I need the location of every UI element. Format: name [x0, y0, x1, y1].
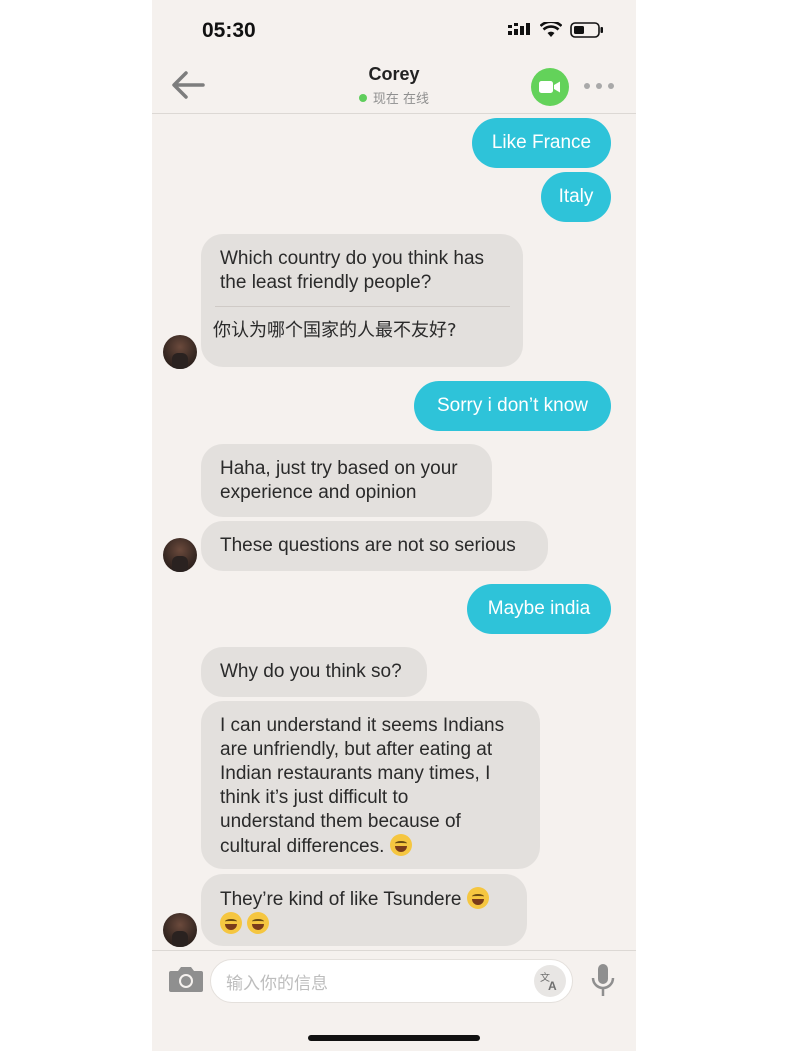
status-icons: [508, 22, 604, 38]
message-bubble-incoming[interactable]: These questions are not so serious: [201, 521, 548, 571]
message-text: Indian restaurants many times, I: [220, 763, 491, 784]
battery-icon: [570, 22, 603, 38]
message-bubble-outgoing[interactable]: Maybe india: [467, 584, 611, 634]
message-bubble-incoming[interactable]: They’re kind of like Tsundere: [201, 874, 527, 946]
camera-button[interactable]: [168, 965, 204, 995]
chat-header: Corey 现在 在线: [152, 60, 636, 114]
online-indicator: [358, 93, 367, 102]
message-text: understand them because of: [220, 811, 461, 832]
message-bubble-outgoing[interactable]: Italy: [541, 172, 611, 222]
message-input[interactable]: 输入你的信息: [210, 959, 573, 1003]
message-text: are unfriendly, but after eating at: [220, 739, 493, 760]
message-text: I can understand it seems Indians: [220, 715, 505, 736]
signal-icon: [508, 23, 530, 35]
svg-text:A: A: [548, 979, 557, 992]
video-call-button[interactable]: [531, 68, 569, 106]
message-bubble-outgoing[interactable]: Sorry i don’t know: [414, 381, 611, 431]
wifi-icon: [540, 22, 562, 37]
grinning-sweat-emoji-icon: [389, 834, 412, 856]
message-text: think it’s just difficult to: [220, 787, 409, 808]
message-translation: 你认为哪个国家的人最不友好?: [213, 320, 457, 341]
message-text: Why do you think so?: [220, 661, 402, 682]
message-bubble-incoming[interactable]: Why do you think so?: [201, 647, 427, 697]
translation-divider: [215, 306, 510, 307]
video-camera-icon: [539, 81, 560, 93]
message-text: They’re kind of like Tsundere: [220, 889, 462, 910]
message-bubble-outgoing[interactable]: Like France: [472, 118, 611, 168]
tears-of-joy-emoji-icon: [220, 912, 242, 934]
message-input-bar: 输入你的信息 文 A: [152, 950, 636, 1051]
message-text: These questions are not so serious: [220, 535, 516, 556]
message-text: cultural differences.: [220, 836, 385, 857]
avatar[interactable]: [163, 335, 197, 369]
status-bar: 05:30: [152, 0, 636, 60]
more-icon: [584, 83, 590, 89]
home-indicator[interactable]: [308, 1035, 480, 1041]
tears-of-joy-emoji-icon: [466, 887, 489, 909]
chat-screen: 05:30 Corey 现在 在线 Like France Italy Whic…: [152, 0, 636, 1051]
message-text: Haha, just try based on your: [220, 458, 458, 479]
message-text: experience and opinion: [220, 482, 417, 503]
message-text: the least friendly people?: [220, 272, 432, 293]
status-time: 05:30: [202, 19, 256, 42]
message-text: Which country do you think has: [220, 248, 485, 269]
message-bubble-incoming[interactable]: I can understand it seems Indians are un…: [201, 701, 540, 869]
microphone-button[interactable]: [590, 963, 616, 999]
more-button[interactable]: [584, 76, 614, 96]
message-input-placeholder: 输入你的信息: [226, 973, 328, 994]
tears-of-joy-emoji-icon: [247, 912, 270, 934]
avatar[interactable]: [163, 913, 197, 947]
contact-status-text: 现在 在线: [372, 92, 430, 107]
translate-button[interactable]: 文 A: [534, 965, 566, 997]
translate-icon: 文 A: [540, 971, 557, 992]
message-bubble-incoming[interactable]: Which country do you think has the least…: [201, 234, 523, 367]
microphone-icon: [591, 964, 615, 996]
avatar[interactable]: [163, 538, 197, 572]
message-bubble-incoming[interactable]: Haha, just try based on your experience …: [201, 444, 492, 517]
camera-icon: [169, 967, 203, 992]
